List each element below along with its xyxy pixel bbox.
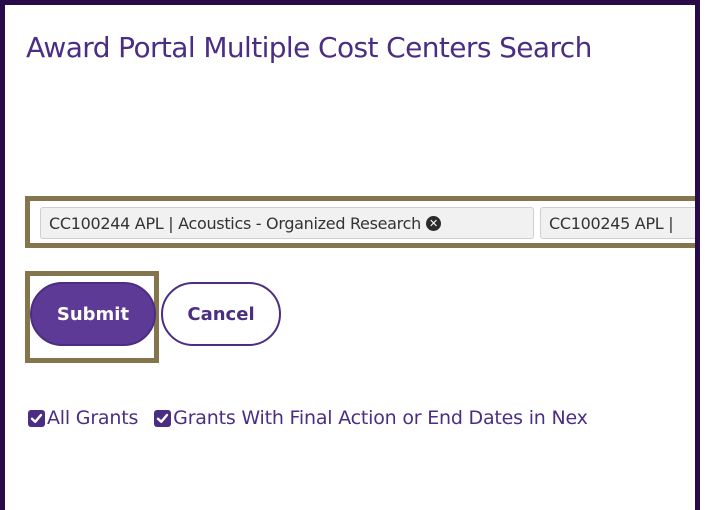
filter-label: All Grants	[47, 407, 139, 429]
submit-button[interactable]: Submit	[30, 282, 156, 346]
remove-tag-icon[interactable]: ✕	[425, 215, 441, 231]
tag-code: CC100245 APL	[549, 213, 664, 233]
filter-label: Grants With Final Action or End Dates in…	[173, 407, 588, 429]
page-title: Award Portal Multiple Cost Centers Searc…	[26, 31, 592, 64]
cancel-button[interactable]: Cancel	[161, 282, 281, 346]
filter-all-grants[interactable]: All Grants	[28, 407, 138, 429]
tag-name: Acoustics - Organized Research	[178, 213, 421, 233]
page-frame: Award Portal Multiple Cost Centers Searc…	[0, 0, 700, 510]
cost-center-tag[interactable]: CC100244 APL | Acoustics - Organized Res…	[40, 207, 534, 239]
checkbox-checked-icon[interactable]	[154, 409, 172, 427]
cost-center-tag[interactable]: CC100245 APL |	[540, 207, 695, 239]
grant-filters: All Grants Grants With Final Action or E…	[28, 407, 604, 429]
tag-code: CC100244 APL	[49, 213, 164, 233]
tag-separator: |	[668, 213, 674, 233]
filter-final-action-end-dates[interactable]: Grants With Final Action or End Dates in…	[154, 407, 588, 429]
cost-center-multiselect[interactable]: CC100244 APL | Acoustics - Organized Res…	[25, 196, 695, 248]
checkbox-checked-icon[interactable]	[28, 409, 45, 427]
tag-separator: |	[168, 213, 174, 233]
